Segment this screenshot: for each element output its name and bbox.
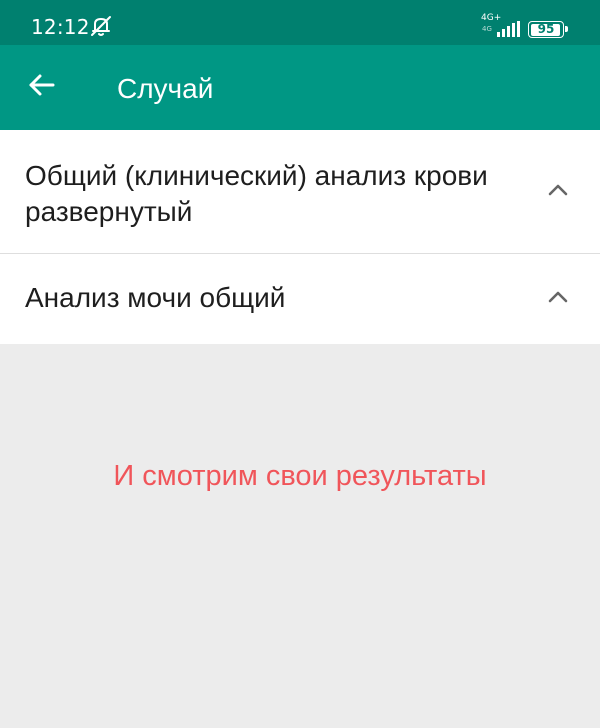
- list-item-urine-analysis[interactable]: Анализ мочи общий: [0, 254, 600, 344]
- battery-level: 95: [537, 22, 555, 36]
- bell-off-icon: [88, 14, 114, 38]
- battery-icon: 95: [528, 21, 568, 38]
- hint-text: И смотрим свои результаты: [113, 460, 487, 492]
- list-item-blood-analysis[interactable]: Общий (клинический) анализ крови разверн…: [0, 130, 600, 254]
- page-title: Случай: [117, 73, 214, 104]
- analysis-list: Общий (клинический) анализ крови разверн…: [0, 130, 600, 344]
- list-item-label: Анализ мочи общий: [25, 282, 286, 313]
- network-sub-label: 4G: [482, 25, 492, 33]
- signal-icon: 4G+ 4G: [481, 13, 521, 39]
- back-button[interactable]: [22, 67, 62, 107]
- list-item-label: Общий (клинический) анализ крови разверн…: [25, 160, 488, 227]
- status-bar: 12:12 4G+ 4G 95: [0, 0, 600, 45]
- status-time: 12:12: [31, 15, 90, 39]
- app-bar: Случай: [0, 45, 600, 130]
- chevron-up-icon[interactable]: [546, 182, 570, 198]
- arrow-left-icon: [28, 73, 56, 102]
- chevron-up-icon[interactable]: [546, 289, 570, 305]
